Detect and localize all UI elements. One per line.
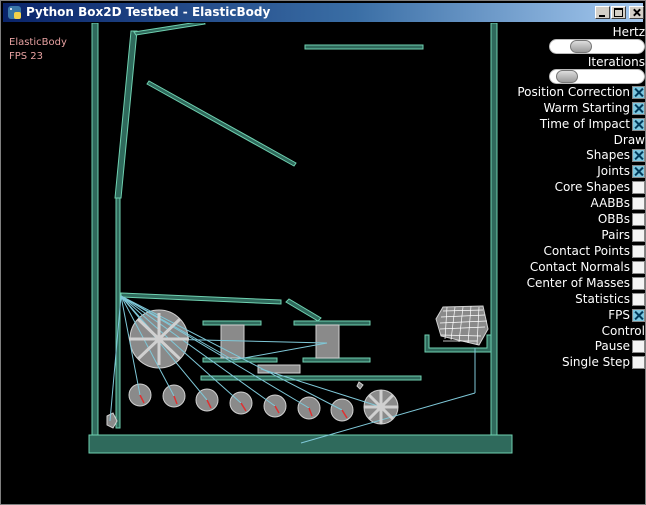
draw-option-fps[interactable]: FPS xyxy=(608,308,645,322)
draw-option-shapes[interactable]: Shapes xyxy=(586,148,645,162)
ground-body xyxy=(88,434,513,454)
aabbs-checkbox[interactable] xyxy=(632,196,645,210)
option-label: Contact Normals xyxy=(529,260,630,274)
option-label: Pause xyxy=(594,339,630,353)
platform-b-bottom xyxy=(302,357,371,363)
title-bar[interactable]: Python Box2D Testbed - ElasticBody xyxy=(3,3,644,22)
pairs-checkbox[interactable] xyxy=(632,228,645,242)
single-step-checkbox[interactable] xyxy=(632,355,645,369)
option-label: Position Correction xyxy=(517,85,630,99)
app-window: Python Box2D Testbed - ElasticBody Elast… xyxy=(0,0,646,505)
option-label: OBBs xyxy=(597,212,630,226)
option-label: Shapes xyxy=(586,148,630,162)
option-label: Pairs xyxy=(601,228,630,242)
option-label: Warm Starting xyxy=(543,101,630,115)
control-option-single-step[interactable]: Single Step xyxy=(562,355,645,369)
joints-checkbox[interactable] xyxy=(632,164,645,178)
diagonal-ramp xyxy=(146,80,297,167)
iterations-slider-thumb[interactable] xyxy=(556,70,578,83)
shelf-slope xyxy=(285,298,322,322)
control-section-label: Control xyxy=(601,324,645,338)
hertz-slider[interactable] xyxy=(549,39,645,54)
position-correction-checkbox[interactable] xyxy=(632,85,645,99)
upper-left-ramp xyxy=(114,30,138,199)
draw-option-contact-points[interactable]: Contact Points xyxy=(543,244,645,258)
option-label: Statistics xyxy=(575,292,630,306)
option-label: Single Step xyxy=(561,355,630,369)
shapes-checkbox[interactable] xyxy=(632,148,645,162)
elastic-body xyxy=(435,305,489,346)
draw-option-contact-normals[interactable]: Contact Normals xyxy=(530,260,645,274)
small-diamond xyxy=(356,381,364,390)
core-shapes-checkbox[interactable] xyxy=(632,180,645,194)
option-label: Contact Points xyxy=(543,244,630,258)
option-position-correction[interactable]: Position Correction xyxy=(517,85,645,99)
test-name-label: ElasticBody xyxy=(9,37,67,48)
right-wall xyxy=(490,23,498,436)
obbs-checkbox[interactable] xyxy=(632,212,645,226)
platform-a-top xyxy=(202,320,262,326)
hertz-label: Hertz xyxy=(612,25,645,39)
option-label: Joints xyxy=(597,164,630,178)
top-ledge xyxy=(304,44,424,50)
warm-starting-checkbox[interactable] xyxy=(632,101,645,115)
draw-option-core-shapes[interactable]: Core Shapes xyxy=(555,180,645,194)
center-of-masses-checkbox[interactable] xyxy=(632,276,645,290)
option-label: AABBs xyxy=(590,196,630,210)
draw-option-statistics[interactable]: Statistics xyxy=(575,292,645,306)
iterations-label: Iterations xyxy=(587,55,645,69)
left-wall xyxy=(91,23,99,436)
option-label: FPS xyxy=(608,308,630,322)
draw-section-label: Draw xyxy=(613,133,645,147)
option-time-of-impact[interactable]: Time of Impact xyxy=(540,117,645,131)
draw-option-aabbs[interactable]: AABBs xyxy=(591,196,645,210)
control-option-pause[interactable]: Pause xyxy=(595,339,645,353)
draw-option-obbs[interactable]: OBBs xyxy=(598,212,645,226)
option-label: Center of Masses xyxy=(526,276,630,290)
draw-option-pairs[interactable]: Pairs xyxy=(601,228,645,242)
settings-panel: Hertz Iterations Position Correction War… xyxy=(503,23,645,383)
spring-block xyxy=(257,364,301,374)
pause-checkbox[interactable] xyxy=(632,339,645,353)
pillar-b xyxy=(315,324,340,359)
python-app-icon xyxy=(8,6,21,19)
statistics-checkbox[interactable] xyxy=(632,292,645,306)
close-button[interactable] xyxy=(629,6,644,19)
hertz-slider-thumb[interactable] xyxy=(570,40,592,53)
time-of-impact-checkbox[interactable] xyxy=(632,117,645,131)
contact-points-checkbox[interactable] xyxy=(632,244,645,258)
draw-option-center-of-masses[interactable]: Center of Masses xyxy=(527,276,645,290)
shelf-left xyxy=(120,292,282,305)
simulation-canvas[interactable]: ElasticBody FPS 23 Hertz Iterations Posi… xyxy=(3,23,645,503)
option-label: Time of Impact xyxy=(539,117,630,131)
option-label: Core Shapes xyxy=(554,180,630,194)
iterations-slider[interactable] xyxy=(549,69,645,84)
contact-normals-checkbox[interactable] xyxy=(632,260,645,274)
fps-readout: FPS 23 xyxy=(9,51,44,62)
maximize-button[interactable] xyxy=(611,6,626,19)
fps-checkbox[interactable] xyxy=(632,308,645,322)
draw-option-joints[interactable]: Joints xyxy=(597,164,645,178)
option-warm-starting[interactable]: Warm Starting xyxy=(543,101,645,115)
minimize-button[interactable] xyxy=(595,6,610,19)
platform-b-top xyxy=(293,320,371,326)
window-title: Python Box2D Testbed - ElasticBody xyxy=(26,5,271,19)
top-lip xyxy=(133,23,206,36)
